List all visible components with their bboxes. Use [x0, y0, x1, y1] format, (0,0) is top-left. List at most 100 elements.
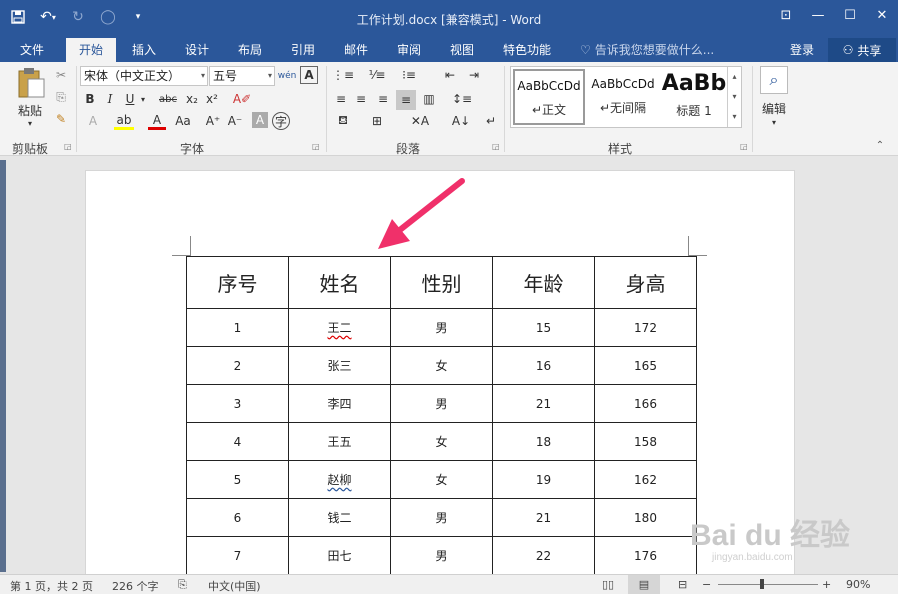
table-cell[interactable]: 男 — [390, 384, 493, 423]
increase-indent-icon[interactable]: ⇥ — [464, 66, 484, 84]
table-cell[interactable]: 1 — [186, 308, 289, 347]
table-cell[interactable]: 5 — [186, 460, 289, 499]
paste-dropdown-icon[interactable]: ▾ — [24, 118, 36, 128]
page-count[interactable]: 第 1 页，共 2 页 — [10, 578, 93, 594]
table-cell[interactable]: 田七 — [288, 536, 391, 575]
enclose-characters-icon[interactable]: 字 — [272, 112, 290, 130]
table-cell[interactable]: 162 — [594, 460, 697, 499]
borders-icon[interactable]: ⊞ — [366, 112, 388, 130]
table-header-cell[interactable]: 身高 — [594, 256, 697, 309]
tab-home[interactable]: 开始 — [66, 38, 116, 62]
clear-formatting-icon[interactable]: A✐ — [232, 90, 252, 108]
font-launcher-icon[interactable]: ◲ — [312, 142, 320, 151]
proofing-icon[interactable]: ⎘ — [178, 578, 187, 592]
language-indicator[interactable]: 中文(中国) — [208, 578, 261, 594]
table-header-cell[interactable]: 序号 — [186, 256, 289, 309]
table-cell[interactable]: 女 — [390, 422, 493, 461]
zoom-in-icon[interactable]: + — [822, 578, 831, 591]
tab-review[interactable]: 审阅 — [387, 38, 431, 62]
superscript-icon[interactable]: x² — [204, 90, 220, 108]
tab-view[interactable]: 视图 — [440, 38, 484, 62]
table-cell[interactable]: 张三 — [288, 346, 391, 385]
decrease-indent-icon[interactable]: ⇤ — [440, 66, 460, 84]
close-button[interactable]: ✕ — [866, 0, 898, 30]
read-mode-icon[interactable]: ▯▯ — [602, 578, 614, 591]
styles-launcher-icon[interactable]: ◲ — [740, 142, 748, 151]
zoom-slider-thumb[interactable] — [760, 579, 764, 589]
font-color-icon[interactable]: A — [148, 112, 166, 130]
zoom-slider[interactable] — [718, 584, 818, 585]
tab-file[interactable]: 文件 — [8, 38, 56, 62]
table-cell[interactable]: 钱二 — [288, 498, 391, 537]
sort-icon[interactable]: A↓ — [452, 112, 470, 130]
table-cell[interactable]: 158 — [594, 422, 697, 461]
table-cell[interactable]: 180 — [594, 498, 697, 537]
multilevel-list-icon[interactable]: ⁝≡ — [398, 66, 420, 84]
style-heading-1[interactable]: AaBb 标题 1 — [661, 69, 727, 125]
table-cell[interactable]: 15 — [492, 308, 595, 347]
character-border-icon[interactable]: A — [300, 66, 318, 84]
bold-icon[interactable]: B — [82, 90, 98, 108]
paste-icon[interactable] — [14, 66, 48, 100]
table-cell[interactable]: 172 — [594, 308, 697, 347]
table-cell[interactable]: 21 — [492, 384, 595, 423]
table-cell[interactable]: 21 — [492, 498, 595, 537]
justify-icon[interactable]: ≡ — [396, 90, 416, 110]
tab-mailings[interactable]: 邮件 — [334, 38, 378, 62]
table-cell[interactable]: 2 — [186, 346, 289, 385]
table-cell[interactable]: 女 — [390, 346, 493, 385]
table-header-cell[interactable]: 性别 — [390, 256, 493, 309]
tab-layout[interactable]: 布局 — [228, 38, 272, 62]
table-cell[interactable]: 19 — [492, 460, 595, 499]
bullets-icon[interactable]: ⋮≡ — [332, 66, 354, 84]
ribbon-display-icon[interactable]: ⊡ — [770, 0, 802, 30]
maximize-button[interactable]: ☐ — [834, 0, 866, 30]
underline-icon[interactable]: U — [122, 90, 138, 108]
line-spacing-icon[interactable]: ↕≡ — [450, 90, 474, 108]
font-size-combo[interactable]: 五号 ▾ — [209, 66, 275, 86]
table-cell[interactable]: 6 — [186, 498, 289, 537]
chinese-layout-icon[interactable]: ✕A — [408, 112, 432, 130]
table-cell[interactable]: 18 — [492, 422, 595, 461]
table-cell[interactable]: 7 — [186, 536, 289, 575]
table-header-cell[interactable]: 姓名 — [288, 256, 391, 309]
text-effects-icon[interactable]: A — [84, 112, 102, 130]
table-cell[interactable]: 166 — [594, 384, 697, 423]
table-cell[interactable]: 女 — [390, 460, 493, 499]
minimize-button[interactable]: — — [802, 0, 834, 30]
format-painter-icon[interactable]: ✎ — [52, 110, 70, 128]
table-cell[interactable]: 赵柳 — [288, 460, 391, 499]
tab-references[interactable]: 引用 — [281, 38, 325, 62]
editing-button[interactable]: 编辑 — [756, 100, 792, 116]
word-count[interactable]: 226 个字 — [112, 578, 159, 594]
search-icon[interactable]: ⌕ — [760, 66, 788, 94]
table-cell[interactable]: 男 — [390, 536, 493, 575]
chevron-down-icon[interactable]: ▾ — [768, 116, 780, 128]
table-cell[interactable]: 4 — [186, 422, 289, 461]
data-table[interactable]: 序号 姓名 性别 年龄 身高 1 王二 男 15 172 2 张三 女 16 1… — [186, 256, 697, 575]
table-cell[interactable]: 李四 — [288, 384, 391, 423]
distributed-icon[interactable]: ▥ — [420, 90, 438, 108]
grow-font-icon[interactable]: A⁺ — [204, 112, 222, 130]
align-center-icon[interactable]: ≡ — [352, 90, 370, 108]
change-case-icon[interactable]: Aa — [172, 112, 194, 130]
cut-icon[interactable]: ✂ — [52, 66, 70, 84]
zoom-out-icon[interactable]: − — [702, 578, 711, 591]
table-cell[interactable]: 22 — [492, 536, 595, 575]
align-right-icon[interactable]: ≡ — [374, 90, 392, 108]
tell-me-search[interactable]: ♡ 告诉我您想要做什么... — [580, 38, 714, 62]
underline-dropdown-icon[interactable]: ▾ — [138, 90, 148, 108]
paragraph-launcher-icon[interactable]: ◲ — [492, 142, 500, 151]
copy-icon[interactable]: ⎘ — [52, 88, 70, 106]
table-cell[interactable]: 王五 — [288, 422, 391, 461]
style-normal[interactable]: AaBbCcDd ↵正文 — [513, 69, 585, 125]
italic-icon[interactable]: I — [102, 90, 118, 108]
table-cell[interactable]: 男 — [390, 308, 493, 347]
web-layout-icon[interactable]: ⊟ — [678, 578, 687, 591]
tab-design[interactable]: 设计 — [175, 38, 219, 62]
shading-icon[interactable]: ⛾ — [332, 112, 354, 130]
table-cell[interactable]: 3 — [186, 384, 289, 423]
table-cell[interactable]: 16 — [492, 346, 595, 385]
login-link[interactable]: 登录 — [790, 38, 814, 62]
styles-scroll[interactable]: ▴ ▾ ▾ — [727, 67, 741, 127]
